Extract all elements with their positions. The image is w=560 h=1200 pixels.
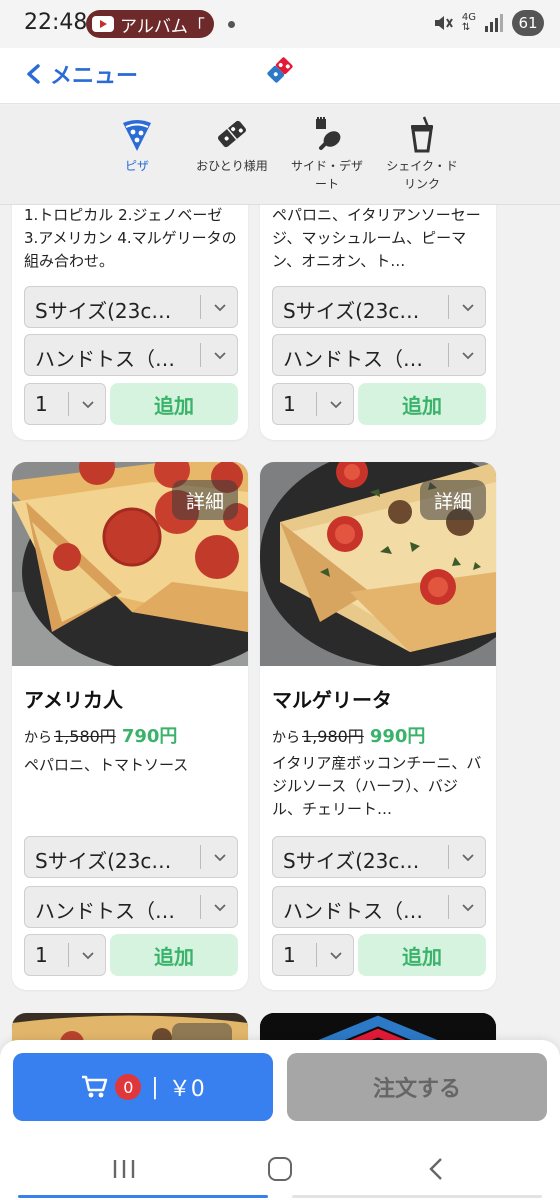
crust-select[interactable]: ハンドトス（…	[24, 334, 238, 376]
size-select[interactable]: Sサイズ(23c…	[272, 836, 486, 878]
product-description: ペパロニ、トマトソース	[24, 756, 189, 774]
notification-pill[interactable]: アルバム「	[86, 10, 214, 38]
chevron-down-icon	[462, 904, 474, 912]
old-price: 1,980円	[302, 727, 364, 746]
tab-shake-drink[interactable]: シェイク・ド リンク	[374, 115, 470, 193]
network-label: 4G ⇅	[461, 12, 476, 33]
mute-icon	[434, 16, 453, 30]
app-header: メニュー	[0, 48, 560, 104]
chevron-down-icon	[214, 854, 226, 862]
add-to-cart-button[interactable]: 追加	[110, 383, 238, 425]
add-to-cart-button[interactable]: 追加	[110, 934, 238, 976]
bottom-cart-panel: 0 | ￥0 注文する	[0, 1040, 560, 1200]
add-to-cart-button[interactable]: 追加	[358, 383, 486, 425]
crust-select[interactable]: ハンドトス（…	[272, 886, 486, 928]
home-icon[interactable]	[268, 1157, 292, 1181]
tab-side-dessert[interactable]: サイド・デザ ート	[279, 115, 375, 193]
quantity-select[interactable]: 1	[24, 383, 106, 425]
product-card-margherita[interactable]: 詳細 マルゲリータ から 1,980円 990円 イタリア産ボッコンチーニ、バジルソ…	[260, 462, 496, 990]
tab-label: おひとり様用	[196, 159, 268, 173]
drink-cup-icon	[411, 116, 433, 153]
cart-separator: |	[151, 1074, 159, 1100]
product-description: ペパロニ、イタリアンソーセージ、マッシュルーム、ピーマン、オニオン、ト…	[272, 206, 481, 270]
notification-text: アルバム「	[120, 16, 205, 37]
chevron-down-icon	[330, 401, 342, 409]
back-nav-icon[interactable]	[428, 1157, 444, 1181]
back-to-menu-button[interactable]: メニュー	[24, 58, 138, 90]
back-label: メニュー	[50, 64, 139, 89]
tab-label: ピザ	[124, 159, 149, 173]
category-tabs: ピザ おひとり様用 サイド・デザ ート シェイク・ド リンク	[0, 105, 560, 205]
chevron-down-icon	[214, 352, 226, 360]
product-name: アメリカ人	[24, 688, 123, 712]
product-description: イタリア産ボッコンチーニ、バジルソース（ハーフ）、バジル、チェリート…	[272, 754, 482, 818]
tab-pizza[interactable]: ピザ	[89, 115, 185, 175]
chevron-down-icon	[214, 304, 226, 312]
nav-indicator-active	[18, 1195, 268, 1198]
dominos-logo-icon	[267, 57, 293, 83]
size-select[interactable]: Sサイズ(23c…	[272, 286, 486, 328]
pizza-slice-icon	[123, 120, 151, 151]
old-price: 1,580円	[54, 727, 116, 746]
quantity-select[interactable]: 1	[272, 934, 354, 976]
chevron-down-icon	[462, 352, 474, 360]
size-select[interactable]: Sサイズ(23c…	[24, 836, 238, 878]
domino-logo-icon	[218, 120, 246, 148]
cart-count-badge: 0	[115, 1074, 142, 1100]
product-name: マルゲリータ	[272, 688, 392, 712]
cart-button[interactable]: 0 | ￥0	[13, 1053, 273, 1121]
product-price: から 1,580円 790円	[24, 726, 178, 747]
product-photo[interactable]: 詳細	[12, 462, 248, 666]
tab-label: サイド・デザ ート	[290, 159, 363, 191]
battery-indicator: 61	[512, 10, 544, 36]
add-to-cart-button[interactable]: 追加	[358, 934, 486, 976]
product-price: から 1,980円 990円	[272, 726, 426, 747]
recent-apps-icon[interactable]	[112, 1158, 136, 1180]
size-select[interactable]: Sサイズ(23c…	[24, 286, 238, 328]
chevron-left-icon	[27, 64, 40, 84]
place-order-button[interactable]: 注文する	[287, 1053, 547, 1121]
sale-price: 990円	[369, 726, 426, 747]
chevron-down-icon	[214, 904, 226, 912]
product-description: 1.トロピカル 2.ジェノベーゼ 3.アメリカン 4.マルゲリータの組み合わせ。	[24, 206, 237, 270]
system-nav-bar	[0, 1140, 560, 1200]
sale-price: 790円	[121, 726, 178, 747]
signal-icon	[485, 14, 503, 32]
notification-dot-icon	[228, 21, 235, 28]
tab-label: シェイク・ド リンク	[386, 159, 458, 191]
crust-select[interactable]: ハンドトス（…	[24, 886, 238, 928]
cart-icon	[82, 1075, 108, 1098]
detail-button[interactable]: 詳細	[420, 480, 486, 520]
crust-select[interactable]: ハンドトス（…	[272, 334, 486, 376]
chevron-down-icon	[462, 854, 474, 862]
nav-indicator	[292, 1195, 542, 1198]
cart-total: ￥0	[168, 1077, 205, 1102]
chevron-down-icon	[82, 401, 94, 409]
chevron-down-icon	[330, 952, 342, 960]
youtube-icon	[92, 16, 114, 32]
quantity-select[interactable]: 1	[272, 383, 354, 425]
detail-button[interactable]: 詳細	[172, 480, 238, 520]
chicken-icon	[316, 117, 341, 150]
status-bar: 22:48 アルバム「 4G ⇅ 61	[0, 0, 560, 48]
status-time: 22:48	[24, 10, 88, 35]
chevron-down-icon	[462, 304, 474, 312]
product-card-american[interactable]: 詳細 アメリカ人 から 1,580円 790円 ペパロニ、トマトソース Sサイズ(2…	[12, 462, 248, 990]
quantity-select[interactable]: 1	[24, 934, 106, 976]
tab-single-serving[interactable]: おひとり様用	[184, 115, 280, 175]
chevron-down-icon	[82, 952, 94, 960]
status-icons: 4G ⇅ 61	[432, 10, 544, 36]
product-photo[interactable]: 詳細	[260, 462, 496, 666]
